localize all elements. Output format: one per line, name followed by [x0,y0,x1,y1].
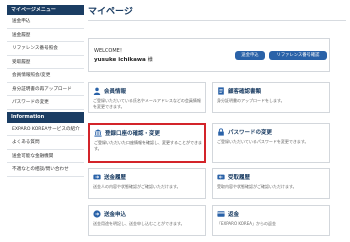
card-title: 送金履歴 [104,175,127,181]
main-content: マイページ WELCOME！ yusuke ichikawa 様 送金申込 リフ… [88,5,346,236]
card-id-documents[interactable]: 顧客確認書類 身分証明書のアップロードをします。 [212,82,330,113]
sidebar-item-contact[interactable]: 不適なとの相談/問い合わせ [7,163,84,177]
card-title: 送金申込 [104,212,127,218]
user-name: yusuke ichikawa [94,57,146,63]
card-description: 送金人の内容や状態確認がご確認いただけます。 [93,184,181,189]
card-title: 登録口座の確認・変更 [105,131,161,137]
card-description: 身分証明書のアップロードをします。 [217,98,285,103]
sidebar-item-reference-lookup[interactable]: リファレンス番号照会 [7,42,84,56]
card-remit-apply[interactable]: 送金申込 送金用途を明記し、送金申し込むことができます。 [88,205,206,236]
card-password-change[interactable]: パスワードの変更 ご登録いただいているパスワードを変更できます。 [212,123,330,163]
sidebar-item-faq[interactable]: よくある質問 [7,136,84,150]
card-description: ご登録いただいた口座情報を確認し、変更することができます。 [94,140,202,151]
sidebar-item-receive-history[interactable]: 受取履歴 [7,56,84,69]
sidebar-item-remit-apply[interactable]: 送金申込 [7,15,84,29]
page-title: マイページ [88,7,133,17]
remit-icon [93,210,101,218]
card-description: 受取内容や状態確認がご確認いただけます。 [217,184,297,189]
card-member-info[interactable]: 会員情報 ご登録いただいている氏名やメールアドレスなどの会員情報を変更できます。 [88,82,206,113]
bank-icon [94,129,102,137]
document-icon [218,87,224,95]
sidebar-item-password-change[interactable]: パスワードの変更 [7,96,84,110]
sidebar-item-banks[interactable]: 送金可能な金融機関 [7,150,84,163]
card-description: ご登録いただいているパスワードを変更できます。 [217,139,309,144]
card-description: ご登録いただいている氏名やメールアドレスなどの会員情報を変更できます。 [93,98,201,109]
reference-check-button[interactable]: リファレンス番号確認 [269,51,327,60]
refund-icon [217,211,225,217]
sidebar-item-remit-history[interactable]: 送金履歴 [7,29,84,42]
card-description: 「EXPARO KOREA」からの返金 [217,221,276,226]
card-title: 顧客確認書類 [228,89,262,95]
title-divider [88,20,346,21]
sidebar-item-member-info[interactable]: 会員情報照会/変更 [7,69,84,83]
card-title: 会員情報 [104,89,127,95]
card-refund[interactable]: 返金 「EXPARO KOREA」からの返金 [212,205,330,236]
lock-icon [218,128,224,136]
sidebar-info-header: Information [7,111,84,123]
welcome-user: yusuke ichikawa 様 [94,56,153,63]
sidebar-header: マイページメニュー [7,5,84,15]
welcome-greeting: WELCOME！ [94,48,125,54]
card-receive-history[interactable]: 受取履歴 受取内容や状態確認がご確認いただけます。 [212,168,330,199]
card-remit-history[interactable]: 送金履歴 送金人の内容や状態確認がご確認いただけます。 [88,168,206,199]
card-title: 返金 [228,212,240,218]
sidebar-item-service-intro[interactable]: EXPARO KOREAサービスの紹介 [7,123,84,136]
welcome-box: WELCOME！ yusuke ichikawa 様 送金申込 リファレンス番号… [88,38,330,72]
card-description: 送金用途を明記し、送金申し込むことができます。 [93,221,185,226]
receive-icon [217,174,225,180]
card-title: 受取履歴 [228,175,251,181]
send-icon [93,174,101,180]
user-honorific: 様 [147,57,153,63]
card-title: パスワードの変更 [228,130,273,136]
card-bank-account[interactable]: 登録口座の確認・変更 ご登録いただいた口座情報を確認し、変更することができます。 [88,123,206,163]
sidebar: マイページメニュー 送金申込 送金履歴 リファレンス番号照会 受取履歴 会員情報… [7,5,84,177]
user-icon [93,87,101,95]
sidebar-item-id-reupload[interactable]: 身分証明書の再アップロード [7,83,84,96]
remit-apply-button[interactable]: 送金申込 [235,51,265,60]
